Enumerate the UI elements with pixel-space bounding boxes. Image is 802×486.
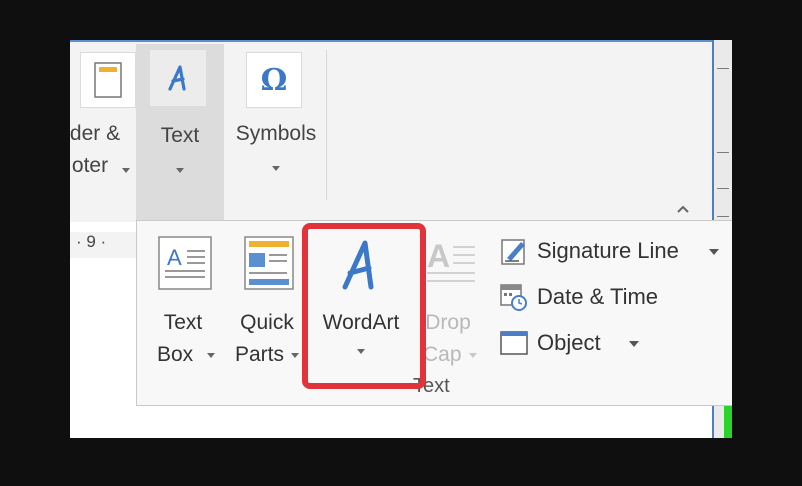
- drop-cap-icon: A: [423, 235, 479, 291]
- chevron-down-icon: [122, 168, 130, 173]
- header-footer-label-line1: der &: [70, 122, 121, 145]
- signature-line-item[interactable]: Signature Line: [499, 233, 679, 269]
- svg-text:A: A: [427, 238, 450, 274]
- quick-parts-button[interactable]: Quick Parts: [233, 221, 301, 407]
- text-group-label: Text: [160, 124, 200, 147]
- header-footer-label-line2: oter: [71, 154, 109, 177]
- header-footer-icon: [80, 52, 136, 108]
- text-dropdown-panel: A Text Box Quick Parts WordArt A Drop Ca…: [136, 220, 732, 406]
- wordart-highlight-box: [302, 223, 426, 389]
- object-item[interactable]: Object: [499, 325, 601, 361]
- date-time-icon: [499, 282, 529, 312]
- ribbon-top-border: [70, 40, 712, 42]
- signature-line-icon: [499, 236, 529, 266]
- chevron-down-icon: [272, 166, 280, 171]
- text-box-button[interactable]: A Text Box: [149, 221, 217, 407]
- date-time-label: Date & Time: [537, 284, 659, 309]
- text-box-icon: A: [157, 235, 213, 291]
- ribbon-separator: [326, 50, 327, 200]
- object-icon: [499, 328, 529, 358]
- chevron-down-icon: [207, 353, 215, 358]
- insert-ribbon: der & oter Text Ω Symbols: [70, 40, 712, 222]
- chevron-down-icon[interactable]: [709, 249, 719, 255]
- date-time-item[interactable]: Date & Time: [499, 279, 658, 315]
- edge-tick: [717, 188, 729, 189]
- edge-tick: [717, 216, 729, 217]
- header-footer-button[interactable]: der & oter: [70, 48, 140, 218]
- signature-line-label: Signature Line: [537, 238, 679, 263]
- text-group-button[interactable]: Text: [136, 44, 224, 222]
- edge-tick: [717, 152, 729, 153]
- quick-parts-label-line1: Quick: [240, 311, 294, 334]
- symbols-label: Symbols: [235, 122, 317, 145]
- edge-tick: [717, 68, 729, 69]
- object-label: Object: [537, 330, 601, 355]
- quick-parts-icon: [241, 235, 297, 291]
- omega-icon: Ω: [246, 52, 302, 108]
- svg-text:A: A: [167, 245, 182, 270]
- drop-cap-label-line2: Cap: [423, 343, 462, 366]
- chevron-down-icon: [291, 353, 299, 358]
- text-box-label-line1: Text: [163, 311, 203, 334]
- symbols-button[interactable]: Ω Symbols: [228, 48, 324, 218]
- chevron-down-icon[interactable]: [629, 341, 639, 347]
- chevron-down-icon: [469, 353, 477, 358]
- word-window: der & oter Text Ω Symbols · 9 · A Text B…: [70, 40, 732, 438]
- text-a-icon: [150, 50, 206, 106]
- ruler-marks: · 9 ·: [76, 232, 107, 251]
- collapse-ribbon-icon[interactable]: [676, 202, 690, 216]
- chevron-down-icon: [176, 168, 184, 173]
